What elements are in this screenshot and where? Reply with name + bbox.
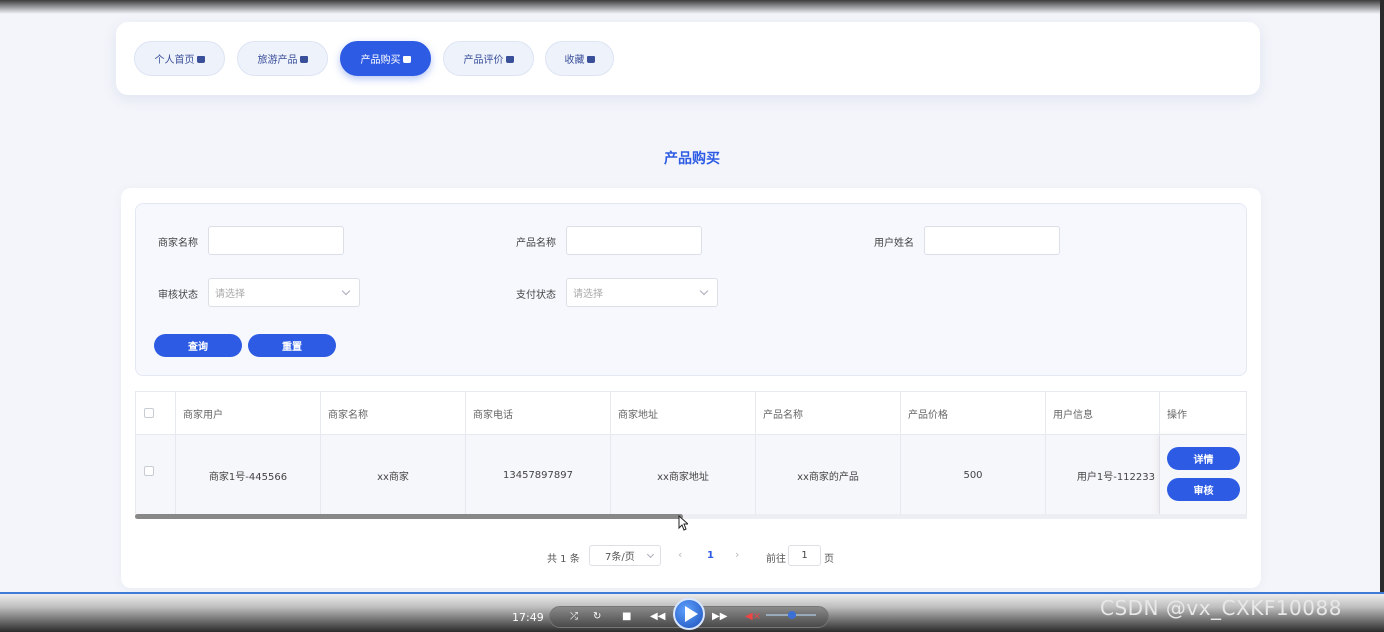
header-merchant-name: 商家名称 [321,392,466,434]
header-merchant-phone: 商家电话 [466,392,611,434]
prev-page-icon[interactable]: ‹ [678,548,682,561]
rewind-icon[interactable]: ◀◀ [650,611,665,622]
tab-label: 产品评价 [463,55,504,66]
page-suffix: 页 [824,554,834,565]
tab-product-purchase[interactable]: 产品购买 [340,41,431,76]
cell-product-name: xx商家的产品 [756,435,901,514]
merchant-name-input[interactable] [208,226,344,255]
page-title: 产品购买 [664,151,720,167]
next-page-icon[interactable]: › [735,548,739,561]
review-status-label: 审核状态 [158,290,198,301]
lock-icon [505,56,514,63]
cell-actions: 详情 审核 [1160,435,1246,514]
user-name-label: 用户姓名 [874,238,914,249]
cell-merchant-user: 商家1号-445566 [176,435,321,514]
product-name-label: 产品名称 [516,238,556,249]
header-user-info: 用户信息 [1046,392,1160,434]
tab-label: 个人首页 [154,55,195,66]
shuffle-icon[interactable]: ⤮ [570,611,578,622]
tab-product-reviews[interactable]: 产品评价 [443,41,534,76]
header-merchant-user: 商家用户 [176,392,321,434]
goto-page-input[interactable]: 1 [788,545,821,566]
header-actions: 操作 [1167,409,1187,421]
lock-icon [196,56,205,63]
pay-status-placeholder: 请选择 [573,289,603,300]
row-checkbox[interactable] [144,466,154,476]
pay-status-select[interactable]: 请选择 [566,278,718,307]
window-edge [1380,0,1384,596]
search-form: 商家名称 产品名称 用户姓名 审核状态 请选择 支付状态 请选择 查询 重置 [135,203,1247,376]
pagination-total: 共 1 条 [547,554,580,565]
fast-forward-icon[interactable]: ▶▶ [712,611,727,622]
cell-merchant-address: xx商家地址 [611,435,756,514]
review-status-placeholder: 请选择 [215,289,245,300]
product-name-input[interactable] [566,226,702,255]
lock-icon [299,56,308,63]
horizontal-scrollbar-thumb[interactable] [135,514,683,519]
tab-label: 收藏 [564,55,585,66]
query-button[interactable]: 查询 [154,334,242,357]
watermark: CSDN @vx_CXKF10088 [1100,596,1342,620]
detail-button[interactable]: 详情 [1167,447,1240,470]
chevron-down-icon [646,550,655,559]
tab-label: 旅游产品 [257,55,298,66]
purchase-table: 商家用户 商家名称 商家电话 商家地址 产品名称 产品价格 用户信息 操作 商家… [135,391,1247,515]
chevron-down-icon [341,286,351,296]
top-nav: 个人首页 旅游产品 产品购买 产品评价 收藏 [116,22,1260,95]
select-all-cell [136,392,176,434]
header-product-name: 产品名称 [756,392,901,434]
tab-favorites[interactable]: 收藏 [545,41,614,76]
header-product-price: 产品价格 [901,392,1046,434]
tab-travel-products[interactable]: 旅游产品 [237,41,328,76]
volume-knob[interactable] [788,611,796,619]
header-merchant-address: 商家地址 [611,392,756,434]
top-strip [0,0,1384,14]
mouse-cursor-icon [678,515,688,531]
user-name-input[interactable] [924,226,1060,255]
lock-icon [586,56,595,63]
review-button[interactable]: 审核 [1167,478,1240,501]
playback-time: 17:49 [512,611,544,624]
merchant-name-label: 商家名称 [158,238,198,249]
mute-icon[interactable]: ◀× [745,611,761,622]
page-number-current[interactable]: 1 [707,550,714,561]
page-size-value: 7条/页 [605,552,635,563]
select-all-checkbox[interactable] [144,408,154,418]
pay-status-label: 支付状态 [516,290,556,301]
tab-label: 产品购买 [360,55,401,66]
cell-merchant-phone: 13457897897 [466,435,611,514]
row-select-cell [136,435,176,514]
lock-icon [402,56,411,63]
goto-label: 前往 [766,554,786,565]
play-button[interactable] [673,598,705,630]
cell-user-info: 用户1号-112233 [1046,435,1160,514]
chevron-down-icon [699,286,709,296]
cell-product-price: 500 [901,435,1046,514]
play-icon [684,606,698,622]
stop-icon[interactable]: ■ [622,611,631,622]
main-card: 商家名称 产品名称 用户姓名 审核状态 请选择 支付状态 请选择 查询 重置 商… [121,188,1261,588]
tab-personal-home[interactable]: 个人首页 [134,41,225,76]
page-size-select[interactable]: 7条/页 [589,545,661,566]
table-header: 商家用户 商家名称 商家电话 商家地址 产品名称 产品价格 用户信息 操作 [136,392,1246,435]
repeat-icon[interactable]: ↻ [593,611,601,622]
table-row: 商家1号-445566 xx商家 13457897897 xx商家地址 xx商家… [136,435,1246,514]
review-status-select[interactable]: 请选择 [208,278,360,307]
reset-button[interactable]: 重置 [248,334,336,357]
cell-merchant-name: xx商家 [321,435,466,514]
